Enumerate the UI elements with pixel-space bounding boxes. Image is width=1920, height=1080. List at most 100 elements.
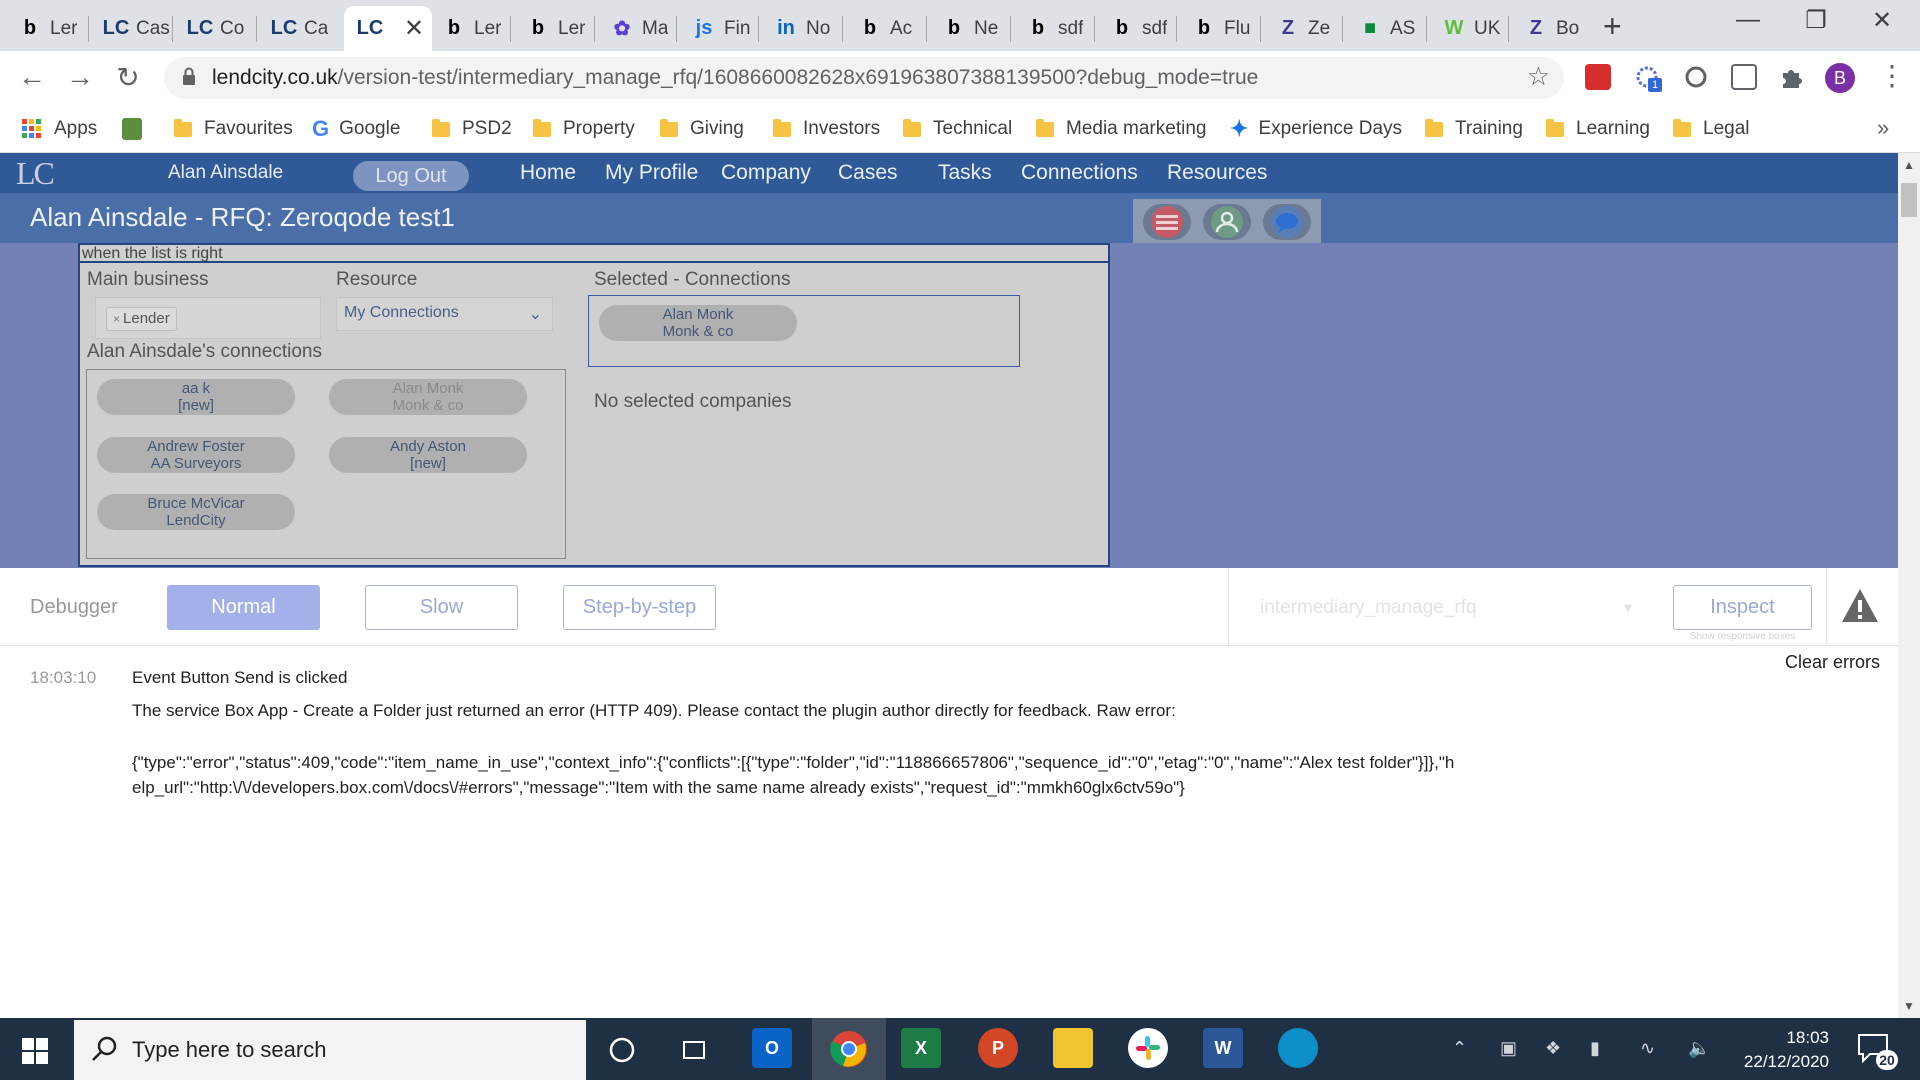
meet-now-icon[interactable]: ▣ xyxy=(1500,1038,1517,1059)
main-business-input[interactable]: × Lender xyxy=(95,297,321,339)
browser-tab[interactable]: b Flu xyxy=(1178,6,1260,51)
show-responsive-boxes-link[interactable]: Show responsive boxes xyxy=(1673,631,1812,642)
minimize-button[interactable]: — xyxy=(1718,6,1778,34)
inspect-button[interactable]: Inspect xyxy=(1673,585,1812,630)
connection-pill[interactable]: Alan Monk Monk & co xyxy=(329,379,527,415)
browser-tab[interactable]: in No xyxy=(760,6,842,51)
list-menu-icon[interactable] xyxy=(1143,204,1191,240)
task-view-icon[interactable] xyxy=(680,1036,708,1064)
nav-link-tasks[interactable]: Tasks xyxy=(938,161,992,185)
shopify-bookmark-icon[interactable] xyxy=(122,115,142,143)
page-select-dropdown[interactable]: intermediary_manage_rfq xyxy=(1260,597,1477,619)
browser-tab-active[interactable]: LC ✕ xyxy=(344,6,432,51)
extensions-puzzle-icon[interactable] xyxy=(1778,64,1804,90)
circle-extension-icon[interactable] xyxy=(1683,64,1709,90)
battery-icon[interactable]: ▮ xyxy=(1590,1038,1600,1059)
browser-tab[interactable]: ✿ Ma xyxy=(596,6,678,51)
extension-puzzle-badge-icon[interactable]: 1 xyxy=(1634,64,1662,92)
new-tab-button[interactable]: + xyxy=(1603,8,1622,45)
browser-tab[interactable]: ■ AS xyxy=(1344,6,1426,51)
browser-tab[interactable]: LC Ca xyxy=(258,6,340,51)
taskbar-search-box[interactable]: Type here to search xyxy=(74,1020,586,1080)
nav-link-resources[interactable]: Resources xyxy=(1167,161,1267,185)
bookmark-item[interactable]: Learning xyxy=(1546,115,1650,143)
bookmark-item[interactable]: PSD2 xyxy=(432,115,512,143)
step-by-step-button[interactable]: Step-by-step xyxy=(563,585,716,630)
connection-pill[interactable]: Andrew Foster AA Surveyors xyxy=(97,437,295,473)
browser-tab[interactable]: b sdf xyxy=(1012,6,1094,51)
wifi-icon[interactable]: ∿ xyxy=(1640,1038,1655,1059)
close-window-button[interactable]: ✕ xyxy=(1852,6,1912,35)
warning-icon[interactable] xyxy=(1840,586,1880,626)
lastpass-extension-icon[interactable] xyxy=(1585,64,1611,90)
browser-tab[interactable]: W UK xyxy=(1428,6,1510,51)
browser-tab[interactable]: js Fin xyxy=(678,6,760,51)
nav-link-connections[interactable]: Connections xyxy=(1021,161,1138,185)
file-explorer-icon[interactable] xyxy=(1053,1028,1093,1068)
forward-icon[interactable]: → xyxy=(60,61,100,93)
browser-tab[interactable]: LC Co xyxy=(174,6,256,51)
bookmark-item[interactable]: Training xyxy=(1425,115,1523,143)
slow-mode-button[interactable]: Slow xyxy=(365,585,518,630)
word-icon[interactable]: W xyxy=(1203,1028,1243,1068)
more-bookmarks-icon[interactable]: » xyxy=(1877,115,1889,141)
volume-muted-icon[interactable]: 🔈 xyxy=(1688,1038,1710,1059)
excel-icon[interactable]: X xyxy=(901,1028,941,1068)
back-icon[interactable]: ← xyxy=(12,61,52,93)
connection-pill[interactable]: Bruce McVicar LendCity xyxy=(97,494,295,530)
reload-icon[interactable]: ↻ xyxy=(108,61,148,94)
lender-tag[interactable]: × Lender xyxy=(106,307,177,331)
outlook-icon[interactable]: O xyxy=(752,1028,792,1068)
connection-pill[interactable]: Andy Aston [new] xyxy=(329,437,527,473)
powerpoint-icon[interactable]: P xyxy=(978,1028,1018,1068)
logout-button[interactable]: Log Out xyxy=(353,161,469,191)
cortana-icon[interactable] xyxy=(608,1036,636,1064)
restore-button[interactable]: ❐ xyxy=(1786,6,1846,35)
chrome-menu-icon[interactable]: ⋮ xyxy=(1878,59,1906,92)
bookmark-item[interactable]: Investors xyxy=(773,115,880,143)
user-profile-icon[interactable] xyxy=(1203,204,1251,240)
slack-icon[interactable] xyxy=(1128,1028,1168,1068)
nav-link-cases[interactable]: Cases xyxy=(838,161,898,185)
browser-tab[interactable]: b Ler xyxy=(428,6,510,51)
scroll-up-icon[interactable]: ▲ xyxy=(1903,158,1915,172)
normal-mode-button[interactable]: Normal xyxy=(167,585,320,630)
browser-tab[interactable]: Z Bo xyxy=(1510,6,1592,51)
bookmark-apps[interactable]: Apps xyxy=(22,115,97,143)
scroll-down-icon[interactable]: ▼ xyxy=(1903,999,1915,1013)
address-bar[interactable]: lendcity.co.uk/version-test/intermediary… xyxy=(164,57,1564,99)
connection-pill[interactable]: aa k [new] xyxy=(97,379,295,415)
clear-errors-link[interactable]: Clear errors xyxy=(1785,652,1880,673)
profile-avatar[interactable]: B xyxy=(1825,63,1855,93)
nav-link-home[interactable]: Home xyxy=(520,161,576,185)
bookmark-item[interactable]: Media marketing xyxy=(1036,115,1206,143)
windows-start-icon[interactable] xyxy=(22,1038,48,1064)
dropbox-icon[interactable]: ❖ xyxy=(1545,1038,1561,1059)
close-tab-icon[interactable]: ✕ xyxy=(404,14,424,43)
browser-tab[interactable]: Z Ze xyxy=(1262,6,1344,51)
browser-tab[interactable]: b sdf xyxy=(1096,6,1178,51)
bookmark-item[interactable]: ✦ Experience Days xyxy=(1230,115,1402,143)
scrollbar-thumb[interactable] xyxy=(1901,183,1917,217)
remove-tag-icon[interactable]: × xyxy=(113,312,120,326)
bookmark-item[interactable]: G Google xyxy=(312,115,400,143)
browser-tab[interactable]: LC Cas xyxy=(90,6,172,51)
app-logo[interactable]: LC xyxy=(16,155,55,192)
bookmark-item[interactable]: Technical xyxy=(903,115,1012,143)
browser-tab[interactable]: b Ac xyxy=(844,6,926,51)
chrome-icon[interactable] xyxy=(829,1029,869,1069)
bookmark-item[interactable]: Giving xyxy=(660,115,744,143)
clipboard-extension-icon[interactable] xyxy=(1731,64,1757,90)
show-hidden-icons-icon[interactable]: ⌃ xyxy=(1452,1038,1467,1059)
page-scrollbar[interactable]: ▲ ▼ xyxy=(1898,153,1920,1018)
browser-tab[interactable]: b Ler xyxy=(4,6,86,51)
bookmark-item[interactable]: Legal xyxy=(1673,115,1750,143)
taskbar-clock[interactable]: 18:03 22/12/2020 xyxy=(1733,1026,1829,1074)
browser-tab[interactable]: b Ler xyxy=(512,6,594,51)
bookmark-item[interactable]: Property xyxy=(533,115,635,143)
bookmark-item[interactable]: Favourites xyxy=(174,115,293,143)
chat-bubble-icon[interactable] xyxy=(1263,204,1311,240)
browser-tab[interactable]: b Ne xyxy=(928,6,1010,51)
bookmark-star-icon[interactable]: ☆ xyxy=(1527,61,1550,92)
edge-icon[interactable] xyxy=(1278,1028,1318,1068)
